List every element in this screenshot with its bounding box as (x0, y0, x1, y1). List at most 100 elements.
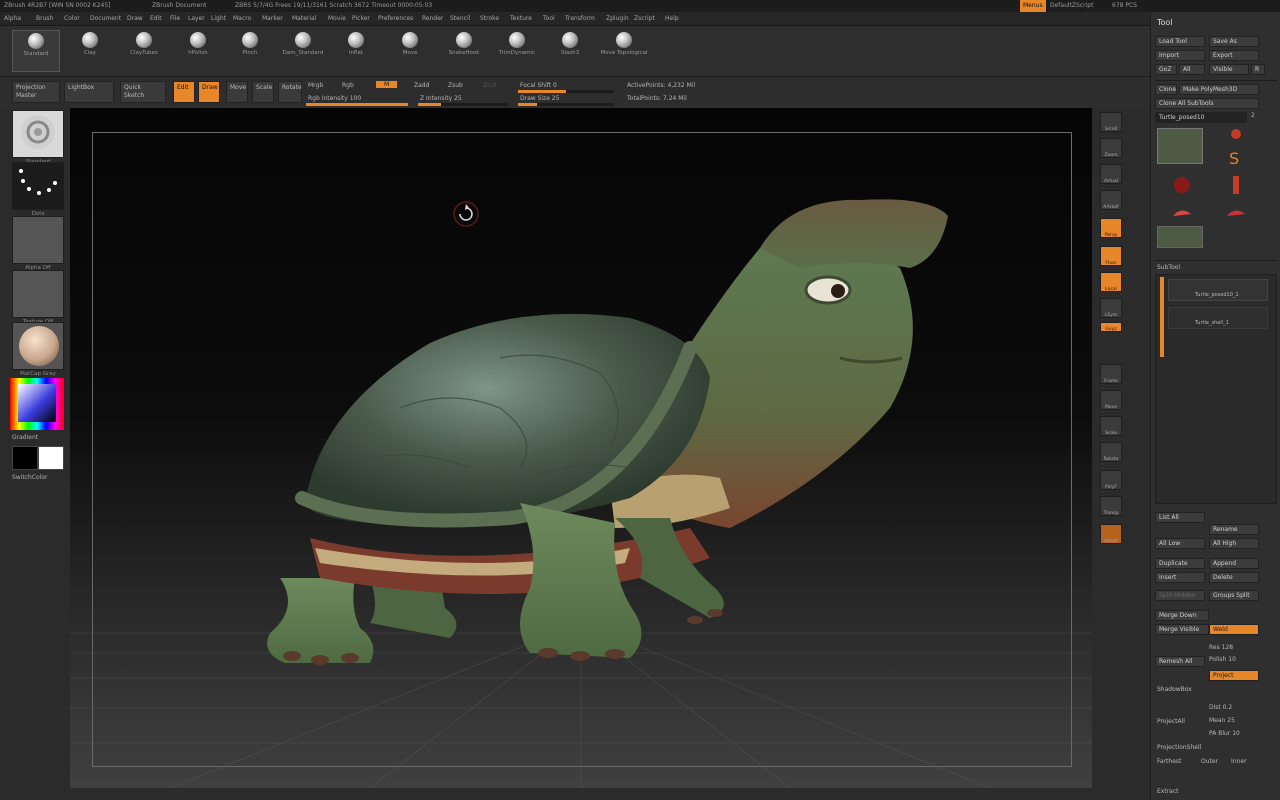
focal-shift-slider[interactable] (518, 90, 614, 93)
export-button[interactable]: Export (1209, 50, 1259, 61)
secondary-color-swatch[interactable] (38, 446, 64, 470)
turtle-tool-icon-2[interactable] (1223, 200, 1249, 222)
floor-button[interactable]: Floor (1100, 246, 1122, 266)
rotate-view-button[interactable]: Rotate (1100, 442, 1122, 462)
turtle-tool-icon[interactable] (1169, 200, 1195, 222)
load-tool-button[interactable]: Load Tool (1155, 36, 1205, 47)
menu-document[interactable]: Document (90, 15, 121, 22)
quick-sketch-button[interactable]: Quick Sketch (120, 81, 166, 103)
all-low-button[interactable]: All Low (1155, 538, 1205, 549)
brush-slash3[interactable]: Slash3 (546, 30, 594, 72)
subtool-scrollbar[interactable] (1160, 277, 1164, 357)
polyf-button[interactable]: PolyF (1100, 470, 1122, 490)
move-button[interactable]: Move (226, 81, 248, 103)
all-high-button[interactable]: All High (1209, 538, 1259, 549)
brush-trimdynamic[interactable]: TrimDynamic (493, 30, 541, 72)
lsym-button[interactable]: LSym (1100, 298, 1122, 318)
subtool-item[interactable]: Turtle_shell_1 (1168, 307, 1268, 329)
brush-clay[interactable]: Clay (66, 30, 114, 72)
alpha-thumbnail[interactable]: Alpha Off (12, 216, 64, 271)
inner-button[interactable]: Inner (1231, 758, 1247, 765)
ghost-button[interactable]: Ghost (1100, 524, 1122, 544)
remesh-all-button[interactable]: Remesh All (1155, 656, 1205, 667)
menu-material[interactable]: Material (292, 15, 316, 22)
menu-zplugin[interactable]: Zplugin (606, 15, 629, 22)
mrgb-toggle[interactable]: Mrgb (308, 82, 323, 89)
scale-view-button[interactable]: Scale (1100, 416, 1122, 436)
rgb-toggle[interactable]: Rgb (342, 82, 354, 89)
res-slider[interactable]: Res 128 (1209, 644, 1233, 651)
move-view-button[interactable]: Move (1100, 390, 1122, 410)
stroke-thumbnail[interactable]: Dots (12, 162, 64, 217)
menu-color[interactable]: Color (64, 15, 80, 22)
r-button[interactable]: R (1251, 64, 1265, 75)
transp-button[interactable]: Transp (1100, 496, 1122, 516)
weld-toggle[interactable]: Weld (1209, 624, 1259, 635)
menu-zscript[interactable]: Zscript (634, 15, 655, 22)
actual-button[interactable]: Actual (1100, 164, 1122, 184)
groups-split-button[interactable]: Groups Split (1209, 590, 1259, 601)
menu-alpha[interactable]: Alpha (4, 15, 21, 22)
sphere3d-tool-icon[interactable] (1169, 174, 1195, 196)
simplebrush-tool-icon[interactable] (1223, 126, 1249, 148)
cylinder-tool-icon[interactable] (1223, 174, 1249, 196)
material-thumbnail[interactable]: MatCap Gray (12, 322, 64, 377)
menu-marker[interactable]: Marker (262, 15, 283, 22)
mean-slider[interactable]: Mean 25 (1209, 717, 1235, 724)
menu-draw[interactable]: Draw (127, 15, 143, 22)
menu-light[interactable]: Light (211, 15, 226, 22)
merge-down-button[interactable]: Merge Down (1155, 610, 1209, 621)
document-canvas[interactable] (70, 108, 1092, 788)
make-polymesh-button[interactable]: Make PolyMesh3D (1179, 84, 1259, 95)
color-square[interactable] (18, 384, 56, 422)
scroll-button[interactable]: Scroll (1100, 112, 1122, 132)
menu-preferences[interactable]: Preferences (378, 15, 413, 22)
menu-stroke[interactable]: Stroke (480, 15, 499, 22)
zcut-toggle[interactable]: Zcut (483, 82, 497, 89)
current-brush-thumbnail[interactable]: Standard (12, 110, 64, 165)
gxyz-button[interactable]: Gxyz (1100, 322, 1122, 332)
menu-texture[interactable]: Texture (510, 15, 532, 22)
frame-button[interactable]: Frame (1100, 364, 1122, 384)
brush-hpolish[interactable]: hPolish (174, 30, 222, 72)
projection-master-button[interactable]: Projection Master (12, 81, 60, 103)
m-toggle[interactable]: M (376, 81, 398, 88)
main-color-swatch[interactable] (12, 446, 38, 470)
menu-picker[interactable]: Picker (352, 15, 370, 22)
save-as-button[interactable]: Save As (1209, 36, 1259, 47)
persp-button[interactable]: Persp (1100, 218, 1122, 238)
menu-edit[interactable]: Edit (150, 15, 162, 22)
rgb-intensity-slider[interactable] (306, 103, 408, 106)
menu-macro[interactable]: Macro (233, 15, 251, 22)
import-button[interactable]: Import (1155, 50, 1205, 61)
color-picker[interactable] (10, 378, 64, 430)
duplicate-button[interactable]: Duplicate (1155, 558, 1205, 569)
s-tool-icon[interactable]: S (1223, 146, 1249, 168)
menu-layer[interactable]: Layer (188, 15, 205, 22)
farthest-button[interactable]: Farthest (1157, 758, 1181, 765)
brush-inflat[interactable]: Inflat (332, 30, 380, 72)
insert-button[interactable]: Insert (1155, 572, 1205, 583)
list-all-button[interactable]: List All (1155, 512, 1205, 523)
visible-button[interactable]: Visible (1209, 64, 1249, 75)
subtool-section-title[interactable]: SubTool (1157, 264, 1180, 271)
rename-button[interactable]: Rename (1209, 524, 1259, 535)
brush-move-topological[interactable]: Move Topological (600, 30, 648, 72)
zadd-toggle[interactable]: Zadd (414, 82, 429, 89)
project-all-button[interactable]: ProjectAll (1157, 718, 1185, 725)
zoom-button[interactable]: Zoom (1100, 138, 1122, 158)
brush-snakehook[interactable]: SnakeHook (440, 30, 488, 72)
goz-all-button[interactable]: All (1179, 64, 1205, 75)
split-hidden-button[interactable]: Split Hidden (1155, 590, 1205, 601)
brush-standard[interactable]: Standard (12, 30, 60, 72)
z-intensity-slider[interactable] (418, 103, 508, 106)
pa-blur-slider[interactable]: PA Blur 10 (1209, 730, 1240, 737)
shadowbox-button[interactable]: ShadowBox (1157, 686, 1192, 693)
draw-button[interactable]: Draw (198, 81, 220, 103)
draw-size-slider[interactable] (518, 103, 614, 106)
rotate-button[interactable]: Rotate (278, 81, 302, 103)
zsub-toggle[interactable]: Zsub (448, 82, 463, 89)
brush-claytubes[interactable]: ClayTubes (120, 30, 168, 72)
menu-transform[interactable]: Transform (565, 15, 595, 22)
menu-render[interactable]: Render (422, 15, 443, 22)
